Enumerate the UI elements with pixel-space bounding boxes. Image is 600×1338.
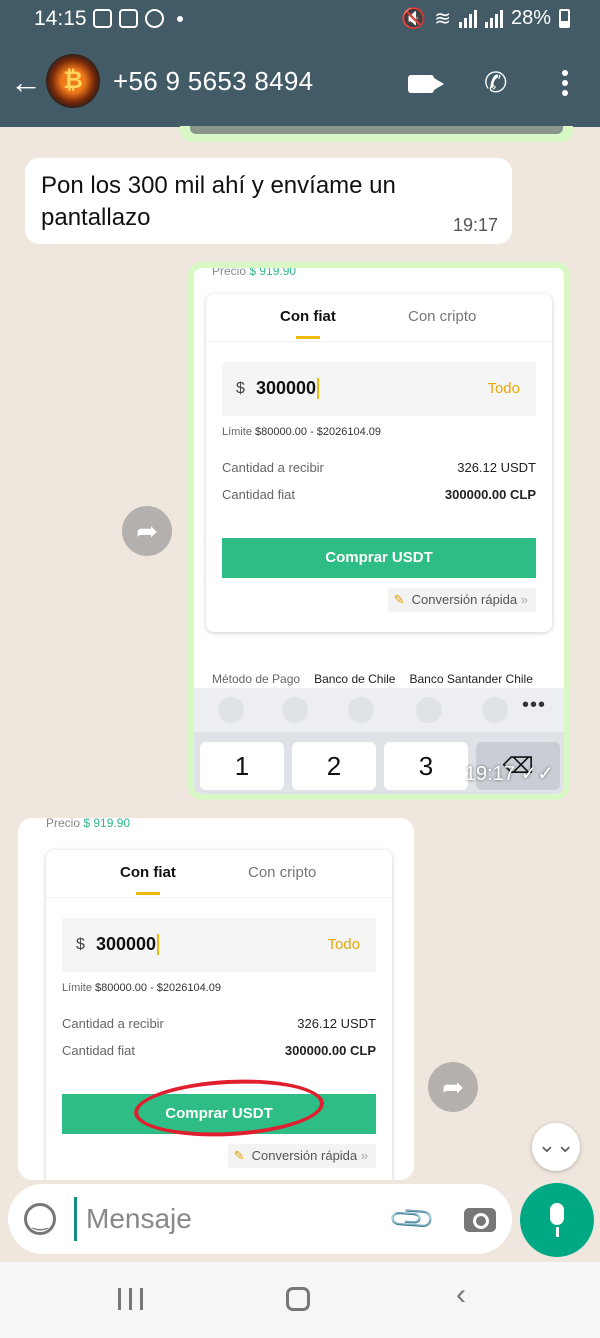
currency-symbol: $ [76, 936, 85, 953]
quick-conversion: Conversión rápida [227, 1144, 376, 1168]
attach-icon[interactable]: 📎 [387, 1194, 438, 1245]
whatsapp-icon [145, 9, 164, 28]
outgoing-image-message[interactable]: Precio $ 919.90 Con fiat Con cripto $ 30… [188, 262, 570, 800]
payment-methods: Método de Pago Banco de Chile Banco Santan… [212, 672, 533, 686]
status-bar: 14:15 🔇 ≋ 28% [0, 0, 600, 38]
price-row: Precio $ 919.90 [46, 818, 131, 830]
price-row: Precio $ 919.90 [212, 264, 297, 278]
keyboard-toolbar: ••• [194, 688, 564, 732]
camera-icon[interactable] [464, 1208, 496, 1232]
key-3: 3 [384, 742, 468, 790]
battery-percent: 28% [510, 7, 551, 29]
mute-icon: 🔇 [401, 8, 427, 30]
avatar[interactable]: ₿ [46, 54, 100, 108]
previous-message-fragment [180, 126, 573, 142]
limit-text: Límite $80000.00 - $2026104.09 [222, 426, 382, 438]
emoji-icon[interactable] [24, 1203, 56, 1235]
tab-fiat: Con fiat [120, 864, 176, 895]
receive-row: Cantidad a recibir 326.12 USDT [62, 1016, 376, 1031]
amount-value: 300000 [256, 378, 320, 399]
more-notifications-icon [177, 15, 183, 22]
home-icon[interactable] [286, 1287, 310, 1311]
video-call-icon[interactable] [408, 75, 434, 93]
buy-usdt-button: Comprar USDT [222, 538, 536, 578]
system-nav-bar: ‹ [0, 1262, 600, 1338]
message-time: 19:17 [452, 215, 498, 235]
mic-button[interactable] [520, 1183, 594, 1257]
instagram-icon [119, 9, 138, 28]
paste-key-icon [348, 697, 374, 723]
settings-key-icon [482, 697, 508, 723]
emoji-key-icon [218, 697, 244, 723]
image-time: 19:17 ✓✓ [464, 763, 554, 785]
forward-icon[interactable]: ➦ [122, 506, 172, 556]
limit-text: Límite $80000.00 - $2026104.09 [62, 982, 222, 994]
incoming-image-message[interactable]: Precio $ 919.90 Con fiat Con cripto $ 30… [18, 818, 414, 1180]
nav-back-icon[interactable]: ‹ [456, 1278, 466, 1312]
avatar-glyph: ₿ [63, 67, 83, 94]
key-1: 1 [200, 742, 284, 790]
top-bar: 14:15 🔇 ≋ 28% ← ₿ +56 9 5653 8494 ✆ [0, 0, 600, 127]
battery-icon [559, 9, 570, 28]
tab-crypto: Con cripto [408, 308, 477, 325]
notification-icons [93, 9, 183, 28]
amount-field: $ 300000 Todo [62, 918, 376, 972]
wifi-icon: ≋ [434, 8, 451, 30]
message-input-bar[interactable]: Mensaje 📎 [8, 1184, 512, 1254]
currency-symbol: $ [236, 380, 245, 397]
system-icons: 🔇 ≋ 28% [401, 6, 570, 31]
more-key-icon: ••• [521, 694, 546, 716]
signal-icon [458, 9, 477, 28]
scroll-down-icon[interactable]: ⌄⌄ [532, 1123, 580, 1171]
voice-key-icon [416, 697, 442, 723]
fiat-row: Cantidad fiat 300000.00 CLP [222, 487, 536, 502]
tab-crypto: Con cripto [248, 864, 317, 881]
tabs: Con fiat Con cripto [46, 850, 392, 898]
status-time: 14:15 [34, 7, 87, 30]
all-button: Todo [487, 380, 520, 397]
gallery-icon [93, 9, 112, 28]
message-input[interactable]: Mensaje [86, 1203, 192, 1235]
recent-apps-icon[interactable] [118, 1288, 146, 1310]
signal-2-icon [484, 9, 503, 28]
fiat-row: Cantidad fiat 300000.00 CLP [62, 1043, 376, 1058]
chat-header: ← ₿ +56 9 5653 8494 ✆ [0, 44, 600, 122]
incoming-message[interactable]: Pon los 300 mil ahí y envíame un pantall… [25, 158, 512, 244]
back-arrow-icon[interactable]: ← [10, 64, 42, 100]
phone-call-icon[interactable]: ✆ [484, 66, 507, 99]
contact-name[interactable]: +56 9 5653 8494 [113, 66, 313, 97]
screenshot-image: Precio $ 919.90 Con fiat Con cripto $ 30… [194, 268, 564, 794]
forward-icon[interactable]: ➦ [428, 1062, 478, 1112]
text-caret [74, 1197, 77, 1241]
key-2: 2 [292, 742, 376, 790]
message-text: Pon los 300 mil ahí y envíame un pantall… [41, 172, 396, 231]
tabs: Con fiat Con cripto [206, 294, 552, 342]
amount-field: $ 300000 Todo [222, 362, 536, 416]
tab-fiat: Con fiat [280, 308, 336, 339]
menu-dots-icon[interactable] [562, 70, 568, 100]
quick-conversion: Conversión rápida [387, 588, 536, 612]
receive-row: Cantidad a recibir 326.12 USDT [222, 460, 536, 475]
clipboard-key-icon [282, 697, 308, 723]
buy-card: Con fiat Con cripto $ 300000 Todo Límite… [206, 294, 552, 632]
amount-value: 300000 [96, 934, 160, 955]
all-button: Todo [327, 936, 360, 953]
